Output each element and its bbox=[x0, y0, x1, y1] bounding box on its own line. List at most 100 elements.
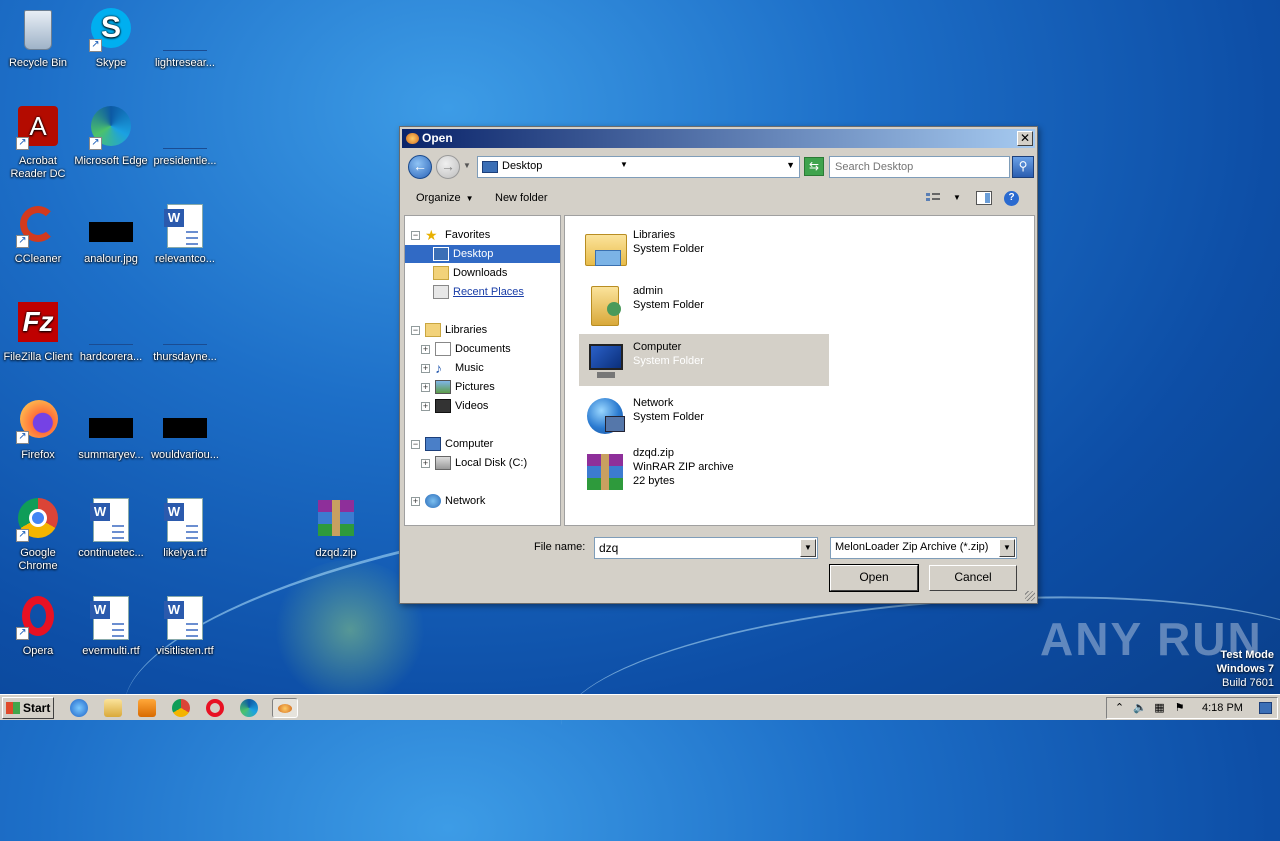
opera-icon[interactable] bbox=[206, 699, 224, 717]
collapse-icon[interactable]: − bbox=[411, 440, 420, 449]
file-item-libraries[interactable]: Libraries System Folder bbox=[579, 222, 829, 274]
desktop-icon-dzqd-zip[interactable]: dzqd.zip bbox=[298, 496, 374, 560]
desktop-icon-recycle-bin[interactable]: Recycle Bin bbox=[0, 6, 76, 70]
tree-item-pictures[interactable]: + Pictures bbox=[421, 378, 561, 396]
tree-item-desktop[interactable]: Desktop bbox=[405, 245, 560, 263]
chevron-down-icon[interactable]: ▼ bbox=[800, 539, 816, 557]
back-button[interactable]: ← bbox=[408, 155, 432, 179]
file-name: dzqd.zip bbox=[633, 447, 674, 459]
desktop-icon-visitlisten[interactable]: W visitlisten.rtf bbox=[147, 594, 223, 658]
desktop-icon-presidentle[interactable]: presidentle... bbox=[147, 104, 223, 168]
volume-icon[interactable]: 🔈 bbox=[1133, 702, 1147, 714]
media-player-icon[interactable] bbox=[138, 699, 156, 717]
desktop-icon-summaryev[interactable]: summaryev... bbox=[73, 398, 149, 462]
desktop-icon-continuetec[interactable]: W continuetec... bbox=[73, 496, 149, 560]
explorer-folder-icon[interactable] bbox=[104, 699, 122, 717]
show-desktop-icon[interactable] bbox=[1259, 702, 1272, 714]
desktop-icon-edge[interactable]: ↗ Microsoft Edge bbox=[73, 104, 149, 168]
desktop-icon-wouldvariou[interactable]: wouldvariou... bbox=[147, 398, 223, 462]
preview-pane-icon[interactable] bbox=[976, 191, 992, 205]
file-name-combobox[interactable]: ▼ bbox=[594, 537, 818, 559]
desktop-icon-label: hardcorera... bbox=[79, 351, 143, 363]
desktop-icon-chrome[interactable]: ↗ Google Chrome bbox=[0, 496, 76, 573]
expand-icon[interactable]: + bbox=[421, 459, 430, 468]
collapse-icon[interactable]: − bbox=[411, 231, 420, 240]
expand-icon[interactable]: + bbox=[421, 402, 430, 411]
acrobat-icon: A ↗ bbox=[14, 104, 62, 152]
expand-icon[interactable]: + bbox=[421, 345, 430, 354]
desktop-icon-analour[interactable]: analour.jpg bbox=[73, 202, 149, 266]
clock[interactable]: 4:18 PM bbox=[1202, 702, 1243, 714]
desktop-icon-opera[interactable]: ↗ Opera bbox=[0, 594, 76, 658]
refresh-button[interactable]: ⇆ bbox=[804, 157, 824, 176]
desktop-icon-label: FileZilla Client bbox=[3, 351, 73, 363]
file-type-select[interactable]: MelonLoader Zip Archive (*.zip) ▼ bbox=[830, 537, 1017, 559]
dialog-footer: File name: ▼ MelonLoader Zip Archive (*.… bbox=[402, 529, 1035, 603]
command-bar: Organize ▼ New folder ▼ ? bbox=[402, 185, 1035, 213]
tree-item-libraries[interactable]: − Libraries bbox=[411, 321, 561, 339]
cancel-button[interactable]: Cancel bbox=[929, 565, 1017, 591]
tree-item-computer[interactable]: − Computer bbox=[411, 435, 561, 453]
desktop-icon-label: Google Chrome bbox=[18, 547, 58, 572]
action-center-flag-icon[interactable]: ⚑ bbox=[1173, 702, 1186, 714]
file-item-computer[interactable]: Computer System Folder bbox=[579, 334, 829, 386]
desktop-icon-ccleaner[interactable]: ↗ CCleaner bbox=[0, 202, 76, 266]
libraries-icon bbox=[583, 226, 629, 270]
view-options-dropdown-icon[interactable]: ▼ bbox=[953, 193, 961, 202]
chrome-icon[interactable] bbox=[172, 699, 190, 717]
tree-item-favorites[interactable]: − ★ Favorites bbox=[411, 226, 561, 244]
file-name-input[interactable] bbox=[597, 539, 797, 557]
open-button[interactable]: Open bbox=[829, 564, 919, 592]
file-item-dzqd-zip[interactable]: dzqd.zip WinRAR ZIP archive 22 bytes bbox=[579, 446, 829, 498]
search-box[interactable] bbox=[829, 156, 1010, 178]
tree-item-recent-places[interactable]: Recent Places bbox=[433, 283, 553, 301]
address-bar[interactable]: Desktop ▼ ▼ bbox=[477, 156, 800, 178]
close-button[interactable]: ✕ bbox=[1017, 131, 1033, 146]
desktop-icon-skype[interactable]: S ↗ Skype bbox=[73, 6, 149, 70]
search-input[interactable] bbox=[833, 158, 1007, 176]
dialog-titlebar[interactable]: Open ✕ bbox=[402, 129, 1035, 148]
tree-label: Favorites bbox=[445, 229, 491, 241]
organize-button[interactable]: Organize ▼ bbox=[416, 192, 474, 204]
desktop-icon-filezilla[interactable]: Fz FileZilla Client bbox=[0, 300, 76, 364]
breadcrumb-chevron-icon[interactable]: ▼ bbox=[620, 160, 628, 169]
desktop-icon-likelya[interactable]: W likelya.rtf bbox=[147, 496, 223, 560]
file-item-admin[interactable]: admin System Folder bbox=[579, 278, 829, 330]
resize-grip[interactable] bbox=[1025, 591, 1035, 601]
desktop-icon-hardcorera[interactable]: hardcorera... bbox=[73, 300, 149, 364]
tree-item-downloads[interactable]: Downloads bbox=[433, 264, 553, 282]
help-icon[interactable]: ? bbox=[1004, 191, 1019, 206]
tree-item-music[interactable]: + ♪ Music bbox=[421, 359, 561, 377]
show-hidden-icons-icon[interactable]: ⌃ bbox=[1113, 702, 1126, 714]
edge-icon[interactable] bbox=[240, 699, 258, 717]
collapse-icon[interactable]: − bbox=[411, 326, 420, 335]
forward-button[interactable]: → bbox=[436, 155, 460, 179]
change-view-icon[interactable] bbox=[926, 191, 942, 205]
network-icon bbox=[583, 394, 629, 438]
desktop-icon-lightresear[interactable]: lightresear... bbox=[147, 6, 223, 70]
history-dropdown-icon[interactable]: ▼ bbox=[463, 161, 471, 170]
search-button[interactable]: ⚲ bbox=[1012, 156, 1034, 178]
tree-item-network[interactable]: + Network bbox=[411, 492, 561, 510]
desktop-icon-acrobat[interactable]: A ↗ Acrobat Reader DC bbox=[0, 104, 76, 181]
file-type: System Folder bbox=[633, 243, 704, 255]
desktop-icon-relevantco[interactable]: W relevantco... bbox=[147, 202, 223, 266]
expand-icon[interactable]: + bbox=[421, 383, 430, 392]
expand-icon[interactable]: + bbox=[421, 364, 430, 373]
desktop-icon-firefox[interactable]: ↗ Firefox bbox=[0, 398, 76, 462]
ccleaner-icon: ↗ bbox=[14, 202, 62, 250]
tree-item-local-disk[interactable]: + Local Disk (C:) bbox=[421, 454, 561, 472]
new-folder-button[interactable]: New folder bbox=[495, 192, 548, 204]
start-button[interactable]: Start bbox=[2, 697, 54, 719]
file-item-network[interactable]: Network System Folder bbox=[579, 390, 829, 442]
expand-icon[interactable]: + bbox=[411, 497, 420, 506]
network-status-icon[interactable]: ▦ bbox=[1153, 702, 1166, 714]
internet-explorer-icon[interactable] bbox=[70, 699, 88, 717]
chevron-down-icon[interactable]: ▼ bbox=[999, 539, 1015, 557]
active-app-button[interactable] bbox=[272, 698, 298, 718]
tree-item-documents[interactable]: + Documents bbox=[421, 340, 561, 358]
tree-item-videos[interactable]: + Videos bbox=[421, 397, 561, 415]
desktop-icon-thursdayne[interactable]: thursdayne... bbox=[147, 300, 223, 364]
desktop-icon-evermulti[interactable]: W evermulti.rtf bbox=[73, 594, 149, 658]
address-dropdown-icon[interactable]: ▼ bbox=[786, 160, 795, 170]
